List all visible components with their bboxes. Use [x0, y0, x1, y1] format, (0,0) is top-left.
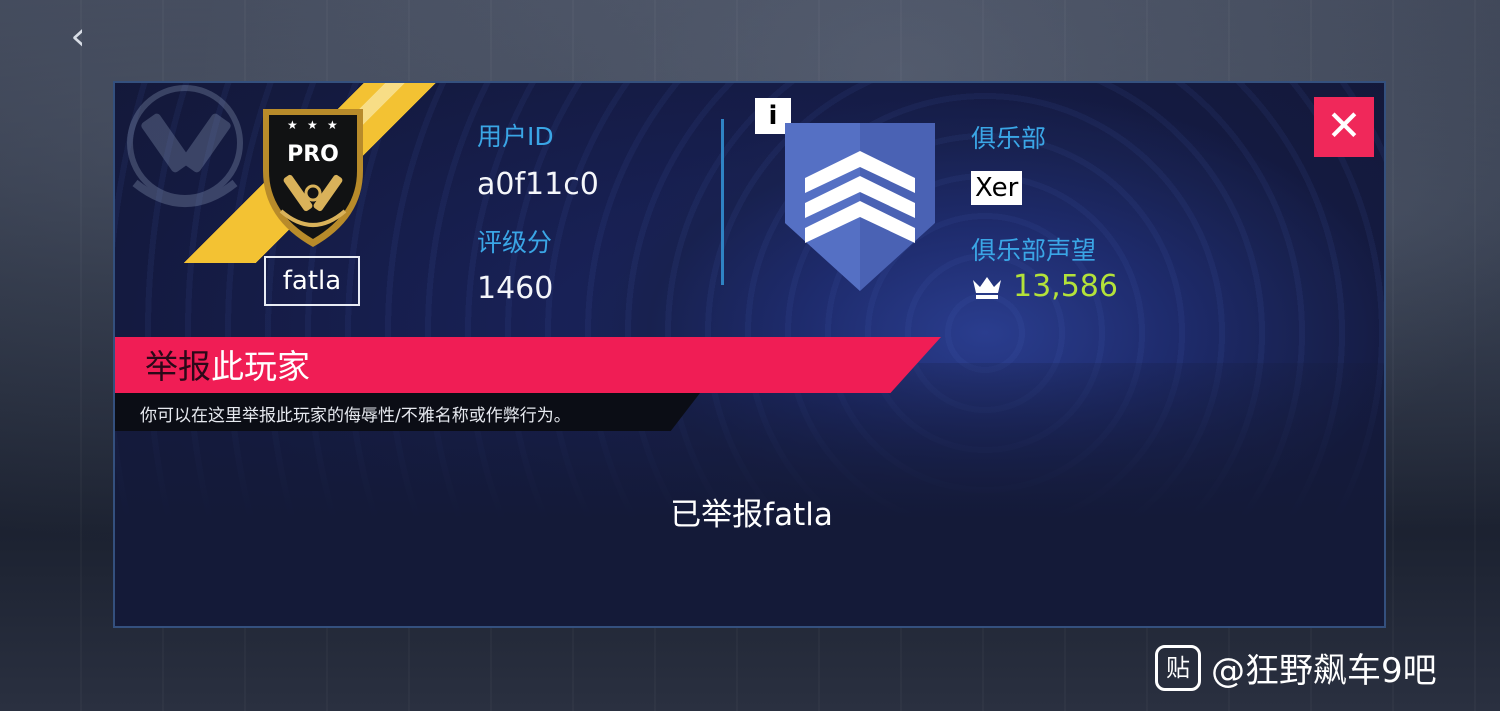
- report-status-message: 已举报fatla: [670, 497, 833, 533]
- rating-value: 1460: [477, 271, 554, 306]
- section-divider: [721, 119, 724, 285]
- close-button[interactable]: ✕: [1314, 97, 1374, 157]
- report-title-verb: 举报: [145, 347, 211, 386]
- svg-text:★: ★: [327, 118, 338, 132]
- watermark-text: @狂野飙车9吧: [1211, 651, 1437, 691]
- player-profile-dialog: ★ ★ ★ PRO fatla 用户ID a0f11c0 评级分 1460 i …: [113, 81, 1386, 628]
- badge-text: PRO: [287, 142, 339, 167]
- svg-text:★: ★: [287, 118, 298, 132]
- club-name: Xer: [971, 171, 1023, 205]
- svg-text:★: ★: [307, 118, 318, 132]
- club-label: 俱乐部: [971, 124, 1047, 153]
- report-description: 你可以在这里举报此玩家的侮辱性/不雅名称或作弊行为。: [140, 406, 571, 426]
- pro-rank-badge: ★ ★ ★ PRO: [263, 109, 363, 247]
- tieba-logo-icon: 贴: [1155, 644, 1201, 691]
- user-id-value: a0f11c0: [477, 167, 599, 202]
- report-title-object: 此玩家: [211, 347, 310, 386]
- rating-label: 评级分: [477, 228, 553, 257]
- crown-icon: [973, 276, 1001, 299]
- watermark: 贴 @狂野飙车9吧: [1155, 643, 1437, 692]
- username-label: fatla: [264, 256, 360, 306]
- club-fame: 13,586: [971, 269, 1118, 304]
- report-player-title: 举报此玩家: [145, 340, 310, 388]
- back-button[interactable]: ‹: [58, 16, 98, 56]
- club-fame-label: 俱乐部声望: [971, 236, 1097, 265]
- club-emblem-icon: [785, 123, 935, 291]
- user-id-label: 用户ID: [477, 122, 554, 151]
- club-fame-value: 13,586: [1013, 269, 1118, 304]
